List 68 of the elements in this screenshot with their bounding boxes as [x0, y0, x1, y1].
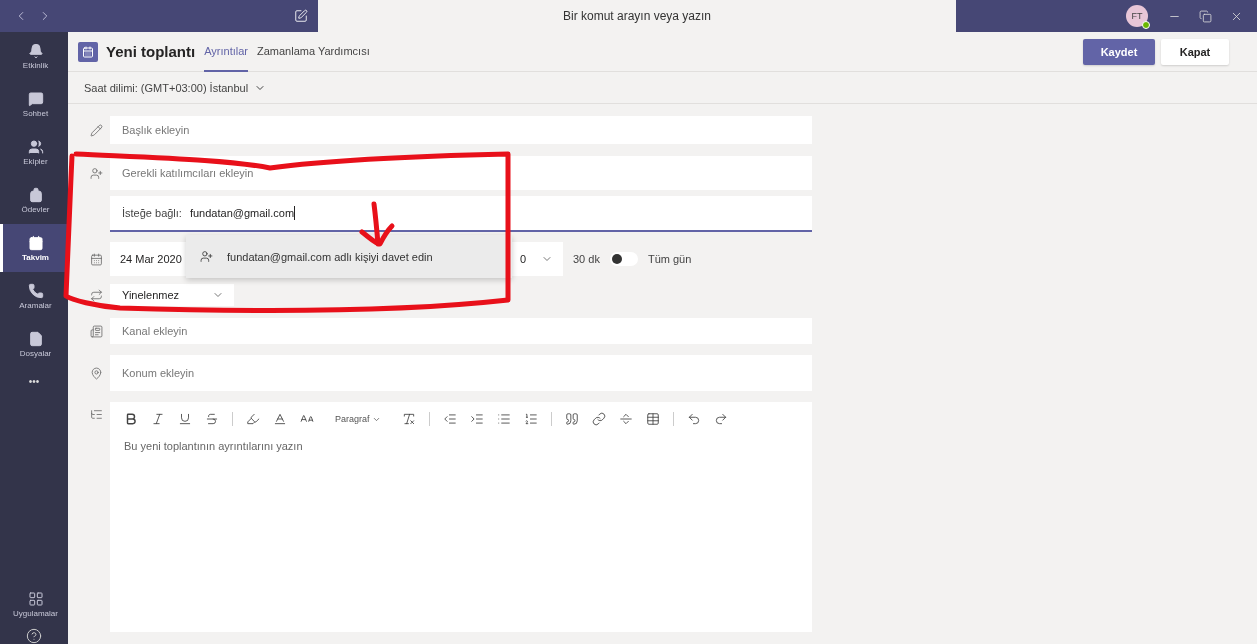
people-icon — [27, 138, 44, 155]
details-editor[interactable]: Paragraf Bu yeni toplantının ayrıntılarını yazın — [110, 402, 812, 632]
location-field[interactable]: Konum ekleyin — [110, 355, 812, 391]
sidebar-item[interactable]: Dosyalar — [0, 320, 68, 368]
italic-icon[interactable] — [151, 412, 165, 426]
backpack-icon — [27, 186, 44, 203]
numbered-list-icon[interactable] — [523, 412, 538, 426]
strikethrough-icon[interactable] — [205, 412, 219, 426]
optional-attendees-field[interactable]: İsteğe bağlı: fundatan@gmail.com — [110, 196, 812, 232]
timezone-dropdown[interactable]: Saat dilimi: (GMT+03:00) İstanbul — [68, 72, 1257, 104]
all-day-label: Tüm gün — [647, 253, 692, 265]
sidebar-item[interactable]: Ödevler — [0, 176, 68, 224]
close-button[interactable]: Kapat — [1161, 38, 1229, 65]
repeat-icon — [89, 288, 103, 302]
channel-field[interactable]: Kanal ekleyin — [110, 318, 812, 344]
apps-icon — [27, 590, 44, 607]
calendar-icon — [78, 41, 98, 62]
sidebar-item[interactable]: Etkinlik — [0, 32, 68, 80]
bullet-list-icon[interactable] — [496, 412, 511, 426]
sidebar-item[interactable]: Sohbet — [0, 80, 68, 128]
sidebar-item[interactable]: Aramalar — [0, 272, 68, 320]
file-icon — [27, 330, 44, 347]
redo-icon[interactable] — [713, 412, 728, 426]
tab[interactable]: Ayrıntılar — [204, 31, 248, 72]
outdent-icon[interactable] — [442, 412, 457, 426]
sidebar-item[interactable]: Ekipler — [0, 128, 68, 176]
bell-icon — [27, 42, 44, 59]
highlight-icon[interactable] — [246, 412, 260, 426]
recurrence-dropdown[interactable]: Yinelenmez — [110, 284, 234, 306]
channel-icon — [89, 324, 103, 338]
invite-suggestion-menu[interactable]: fundatan@gmail.com adlı kişiyi davet edin — [186, 235, 512, 278]
sidebar-item[interactable]: Uygulamalar — [0, 580, 68, 628]
location-icon — [89, 366, 103, 380]
avatar[interactable]: FT — [1126, 5, 1148, 27]
quote-icon[interactable] — [564, 412, 579, 426]
phone-icon — [27, 282, 44, 299]
save-button[interactable]: Kaydet — [1083, 38, 1155, 65]
sidebar-item[interactable]: Takvim — [0, 224, 68, 272]
duration-label: 30 dk — [573, 253, 600, 265]
calendar-icon — [27, 234, 44, 251]
title-field[interactable]: Başlık ekleyin — [110, 116, 812, 144]
clear-format-icon[interactable] — [401, 412, 416, 426]
font-color-icon[interactable] — [273, 412, 287, 426]
add-person-icon — [200, 250, 213, 263]
help-icon[interactable] — [26, 628, 42, 644]
required-attendees-field[interactable]: Gerekli katılımcıları ekleyin — [110, 156, 812, 190]
annotation-arrow — [359, 201, 395, 247]
undo-icon[interactable] — [686, 412, 701, 426]
search-field[interactable]: Bir komut arayın veya yazın — [318, 0, 956, 32]
link-icon[interactable] — [591, 412, 606, 426]
horizontal-rule-icon[interactable] — [618, 412, 633, 426]
restore-icon[interactable] — [1199, 9, 1212, 23]
details-placeholder: Bu yeni toplantının ayrıntılarını yazın — [124, 440, 304, 452]
more-button[interactable]: ••• — [28, 376, 40, 387]
compose-icon[interactable] — [294, 9, 308, 23]
bold-icon[interactable] — [124, 412, 138, 426]
meeting-title: Yeni toplantı — [106, 43, 196, 60]
all-day-toggle[interactable] — [609, 252, 638, 266]
pencil-icon — [89, 123, 103, 137]
add-person-icon — [89, 166, 103, 180]
tab[interactable]: Zamanlama Yardımcısı — [257, 31, 370, 72]
details-icon — [89, 408, 103, 421]
chat-icon — [27, 90, 44, 107]
table-icon[interactable] — [645, 412, 660, 426]
paragraph-dropdown[interactable]: Paragraf — [335, 414, 381, 424]
indent-icon[interactable] — [469, 412, 484, 426]
calendar-icon — [89, 252, 103, 266]
underline-icon[interactable] — [178, 412, 192, 426]
